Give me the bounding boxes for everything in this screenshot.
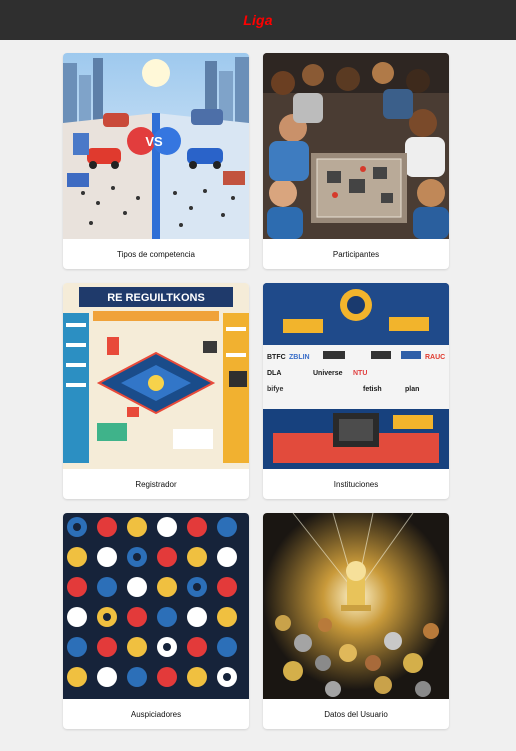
svg-text:bifye: bifye [267,386,283,393]
competition-types-image: VS [63,53,249,239]
participants-image [263,53,449,239]
card-label: Auspiciadores [130,709,182,719]
card-label: Instituciones [333,479,379,489]
card-label: Tipos de competencia [117,249,195,259]
card-label: Participantes [332,249,380,259]
card-user-data[interactable]: Datos del Usuario [263,513,449,729]
card-participants[interactable]: Participantes [263,53,449,269]
card-registrar[interactable]: RE REGUILTKONS Registrador [63,283,249,499]
app-header: Liga [0,0,516,40]
institutions-image: BTFC ZBLIN DLA Universe NTU bifye fetish… [263,283,449,469]
svg-text:DLA: DLA [267,370,281,377]
card-label: Datos del Usuario [324,709,388,719]
menu-grid: VS Tipos de competencia Participantes RE… [63,53,449,729]
svg-text:Universe: Universe [313,370,343,377]
svg-text:ZBLIN: ZBLIN [289,354,310,361]
card-institutions[interactable]: BTFC ZBLIN DLA Universe NTU bifye fetish… [263,283,449,499]
svg-text:fetish: fetish [363,386,382,393]
card-sponsors[interactable]: Auspiciadores [63,513,249,729]
svg-text:NTU: NTU [353,370,367,377]
svg-text:BTFC: BTFC [267,354,286,361]
svg-text:RAUC: RAUC [425,354,445,361]
svg-text:RE REGUILTKONS: RE REGUILTKONS [107,292,205,304]
svg-text:VS: VS [145,134,163,149]
registrar-image: RE REGUILTKONS [63,283,249,469]
svg-text:plan: plan [405,386,419,393]
app-title: Liga [243,12,273,28]
card-competition-types[interactable]: VS Tipos de competencia [63,53,249,269]
card-label: Registrador [135,479,177,489]
user-data-image [263,513,449,699]
sponsors-image [63,513,249,699]
